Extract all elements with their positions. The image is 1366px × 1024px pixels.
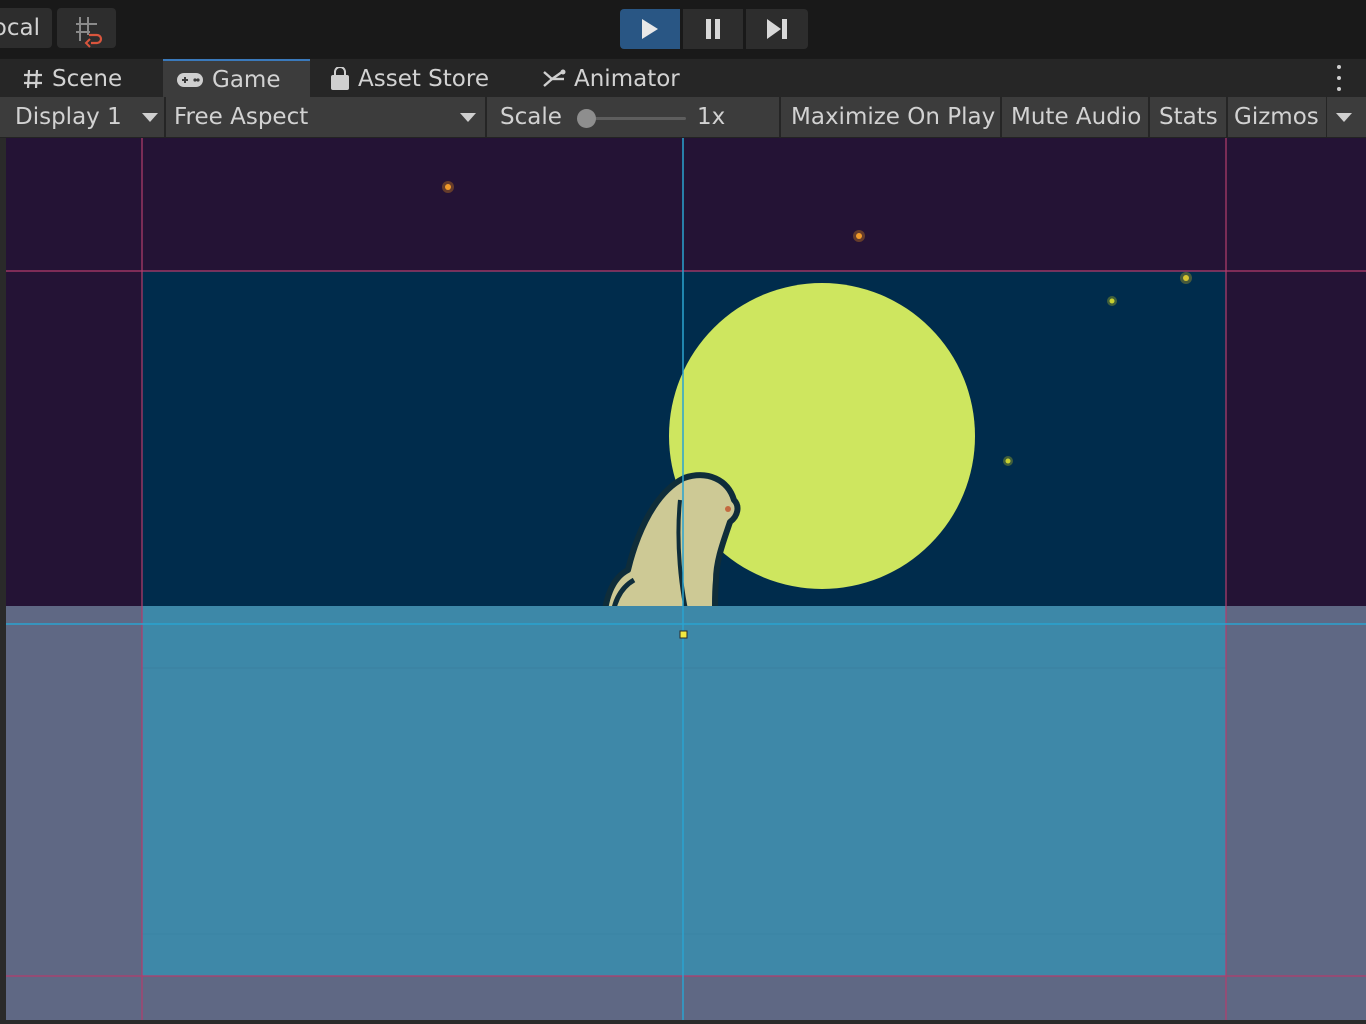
play-icon — [642, 19, 658, 39]
tab-label: Asset Store — [358, 65, 489, 92]
display-dropdown[interactable]: Display 1 — [6, 97, 164, 137]
aspect-label: Free Aspect — [174, 104, 309, 130]
gamepad-icon — [176, 71, 204, 89]
chevron-down-icon — [460, 113, 476, 122]
top-toolbar: ocal — [0, 0, 1366, 58]
maximize-label: Maximize On Play — [791, 104, 996, 130]
game-scene — [6, 138, 1366, 1022]
animator-icon — [542, 68, 566, 90]
tab-label: Game — [212, 66, 281, 93]
chevron-down-icon — [142, 113, 158, 122]
tab-asset-store[interactable]: Asset Store — [318, 59, 518, 98]
grid-snap-button[interactable] — [57, 8, 116, 48]
pause-button[interactable] — [683, 9, 743, 49]
grid-snap-icon — [76, 17, 103, 48]
scale-value: 1x — [697, 104, 726, 130]
step-forward-icon — [767, 19, 787, 39]
mute-label: Mute Audio — [1011, 104, 1142, 130]
scale-slider-thumb[interactable] — [577, 109, 596, 128]
tab-game[interactable]: Game — [163, 59, 310, 98]
scale-label: Scale — [500, 104, 562, 130]
editor-tab-bar: Scene Game Asset Store Animator — [0, 58, 1366, 98]
tab-label: Scene — [52, 65, 123, 92]
chevron-down-icon — [1336, 113, 1352, 122]
gizmos-label: Gizmos — [1234, 104, 1319, 130]
mute-audio-toggle[interactable]: Mute Audio — [1002, 97, 1148, 137]
scale-slider-track[interactable] — [586, 117, 686, 120]
stats-toggle[interactable]: Stats — [1150, 97, 1226, 137]
playmode-controls — [620, 9, 808, 49]
shopping-bag-icon — [330, 66, 350, 91]
stats-label: Stats — [1159, 104, 1218, 130]
play-button[interactable] — [620, 9, 680, 49]
pivot-mode-label: ocal — [0, 15, 40, 41]
game-view-canvas[interactable] — [6, 138, 1366, 1022]
gizmos-toggle[interactable]: Gizmos — [1228, 97, 1328, 137]
pivot-mode-button[interactable]: ocal — [0, 8, 52, 48]
maximize-on-play-toggle[interactable]: Maximize On Play — [781, 97, 1000, 137]
step-button[interactable] — [746, 9, 808, 49]
gizmos-dropdown[interactable] — [1328, 97, 1366, 137]
tab-label: Animator — [574, 65, 680, 92]
tab-scene[interactable]: Scene — [8, 59, 162, 98]
more-options-icon[interactable] — [1336, 65, 1342, 91]
panel-border-bottom — [0, 1020, 1366, 1024]
pause-icon — [706, 19, 720, 39]
tab-animator[interactable]: Animator — [528, 59, 698, 98]
display-label: Display 1 — [15, 104, 122, 130]
grid-hash-icon — [22, 68, 44, 90]
aspect-dropdown[interactable]: Free Aspect — [166, 97, 485, 137]
